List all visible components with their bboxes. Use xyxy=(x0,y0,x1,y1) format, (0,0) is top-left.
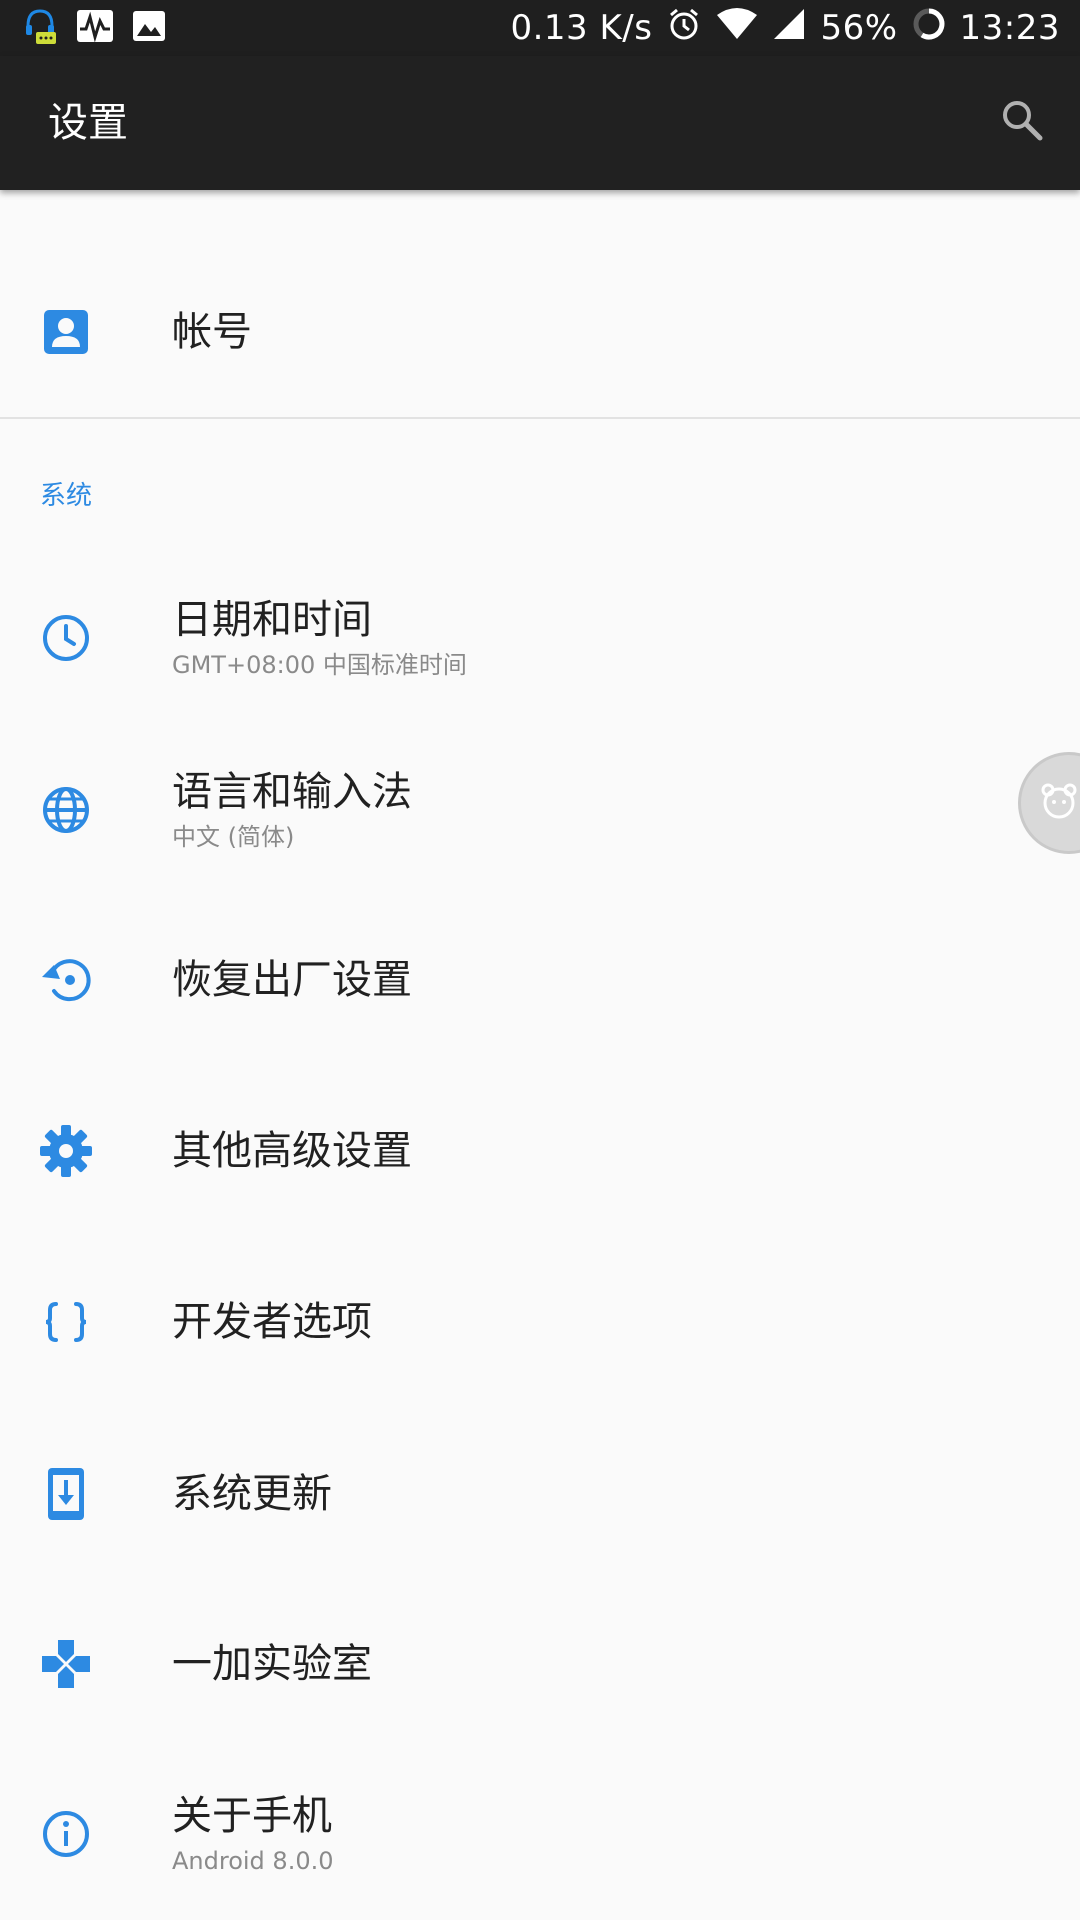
settings-item-label: 恢复出厂设置 xyxy=(172,957,412,1003)
settings-item-summary: 中文 (简体) xyxy=(172,823,295,851)
headset-notification-icon xyxy=(22,6,58,50)
page-title: 设置 xyxy=(48,100,128,146)
system-status: 0.13 K/s 56% 13:23 xyxy=(510,0,1060,56)
app-bar: 设置 xyxy=(0,56,1080,190)
status-bar: 0.13 K/s 56% 13:23 xyxy=(0,0,1080,56)
code-braces-icon xyxy=(36,1292,96,1352)
settings-item-advanced[interactable]: 其他高级设置 xyxy=(0,1081,1080,1221)
settings-item-summary: GMT+08:00 中国标准时间 xyxy=(172,651,467,679)
signal-icon xyxy=(772,7,806,50)
settings-item-account[interactable]: 帐号 xyxy=(0,262,1080,402)
settings-item-label: 其他高级设置 xyxy=(172,1128,412,1174)
settings-item-label: 系统更新 xyxy=(172,1471,332,1517)
alarm-icon xyxy=(666,6,702,51)
section-header-system: 系统 xyxy=(40,481,93,511)
settings-item-language[interactable]: 语言和输入法 中文 (简体) xyxy=(0,740,1080,880)
settings-item-label: 帐号 xyxy=(172,309,252,355)
info-icon xyxy=(36,1804,96,1864)
account-box-icon xyxy=(36,302,96,362)
battery-ring-icon xyxy=(912,7,946,50)
activity-icon xyxy=(76,9,114,47)
clock-time: 13:23 xyxy=(959,8,1060,48)
restore-icon xyxy=(36,950,96,1010)
search-button[interactable] xyxy=(994,94,1050,150)
gamepad-icon xyxy=(36,1634,96,1694)
settings-item-developer-options[interactable]: 开发者选项 xyxy=(0,1252,1080,1392)
image-icon xyxy=(132,10,166,46)
section-divider xyxy=(0,417,1080,419)
wifi-icon xyxy=(716,7,758,50)
settings-item-system-update[interactable]: 系统更新 xyxy=(0,1424,1080,1564)
search-icon xyxy=(1000,98,1044,146)
settings-item-label: 日期和时间 xyxy=(172,597,372,643)
settings-item-label: 开发者选项 xyxy=(172,1299,372,1345)
settings-item-label: 语言和输入法 xyxy=(172,769,412,815)
settings-item-lab[interactable]: 一加实验室 xyxy=(0,1594,1080,1734)
settings-item-about-phone[interactable]: 关于手机 Android 8.0.0 xyxy=(0,1764,1080,1904)
settings-item-factory-reset[interactable]: 恢复出厂设置 xyxy=(0,910,1080,1050)
clock-icon xyxy=(36,608,96,668)
battery-percent: 56% xyxy=(820,8,898,48)
notification-icons xyxy=(22,8,166,48)
settings-item-label: 关于手机 xyxy=(172,1793,332,1839)
settings-item-label: 一加实验室 xyxy=(172,1641,372,1687)
globe-icon xyxy=(36,780,96,840)
settings-item-summary: Android 8.0.0 xyxy=(172,1847,334,1875)
mascot-icon xyxy=(1039,781,1079,825)
gear-icon xyxy=(36,1121,96,1181)
settings-item-date-time[interactable]: 日期和时间 GMT+08:00 中国标准时间 xyxy=(0,568,1080,708)
settings-screen: 0.13 K/s 56% 13:23 设置 帐号 系统 日期和时间 GMT+08… xyxy=(0,0,1080,1920)
system-update-icon xyxy=(36,1464,96,1524)
net-speed: 0.13 K/s xyxy=(510,8,653,48)
